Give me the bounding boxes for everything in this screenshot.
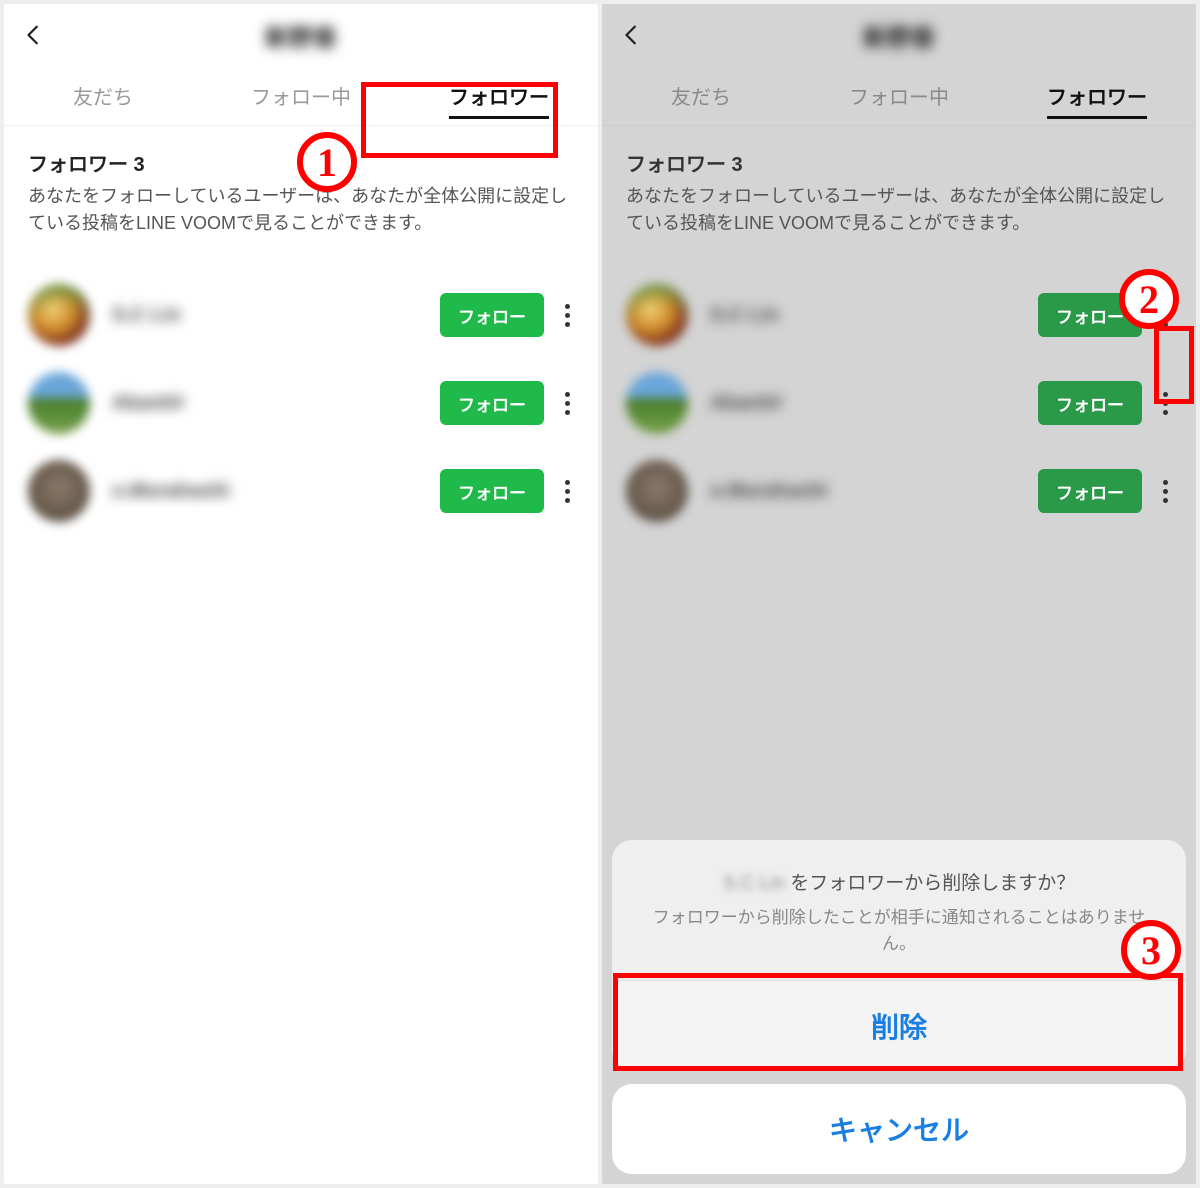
back-icon[interactable] bbox=[612, 15, 652, 55]
follow-button[interactable]: フォロー bbox=[440, 293, 544, 337]
followers-count-title: フォロワー 3 bbox=[626, 148, 1172, 177]
list-item: S.C Lin フォロー bbox=[4, 271, 598, 359]
tabs: 友だち フォロー中 フォロワー bbox=[602, 66, 1196, 126]
screenshot-left: 新野香 友だち フォロー中 フォロワー フォロワー 3 あなたをフォローしている… bbox=[4, 4, 598, 1184]
list-item: o.Murahashi フォロー bbox=[602, 447, 1196, 535]
follow-button[interactable]: フォロー bbox=[440, 469, 544, 513]
list-item: o.Murahashi フォロー bbox=[4, 447, 598, 535]
avatar[interactable] bbox=[626, 372, 688, 434]
follower-name: S.C Lin bbox=[710, 304, 1038, 327]
action-sheet-title-suffix: をフォロワーから削除しますか？ bbox=[790, 873, 1075, 894]
page-title: 新野香 bbox=[265, 18, 337, 53]
action-sheet-subtitle: フォロワーから削除したことが相手に通知されることはありません。 bbox=[642, 905, 1156, 956]
more-icon[interactable] bbox=[1148, 480, 1182, 503]
tab-following[interactable]: フォロー中 bbox=[800, 66, 998, 125]
follower-name: o.Murahashi bbox=[710, 480, 1038, 503]
more-icon[interactable] bbox=[550, 304, 584, 327]
action-sheet-header: S.C Lin をフォロワーから削除しますか？ フォロワーから削除したことが相手… bbox=[612, 840, 1186, 980]
header: 新野香 bbox=[4, 4, 598, 66]
follow-button[interactable]: フォロー bbox=[440, 381, 544, 425]
tab-friends[interactable]: 友だち bbox=[4, 66, 202, 125]
follower-name: Akanti# bbox=[112, 392, 440, 415]
list-item: Akanti# フォロー bbox=[602, 359, 1196, 447]
followers-count-title: フォロワー 3 bbox=[28, 148, 574, 177]
followers-desc: あなたをフォローしているユーザーは、あなたが全体公開に設定している投稿をLINE… bbox=[626, 183, 1172, 237]
action-sheet-title: S.C Lin をフォロワーから削除しますか？ bbox=[642, 868, 1156, 895]
follower-list: S.C Lin フォロー Akanti# フォロー o.Murahashi フォ… bbox=[4, 251, 598, 535]
screenshot-right: 新野香 友だち フォロー中 フォロワー フォロワー 3 あなたをフォローしている… bbox=[602, 4, 1196, 1184]
follow-button[interactable]: フォロー bbox=[1038, 469, 1142, 513]
header: 新野香 bbox=[602, 4, 1196, 66]
tab-followers[interactable]: フォロワー bbox=[998, 66, 1196, 125]
action-sheet-target-name: S.C Lin bbox=[723, 873, 785, 895]
tabs: 友だち フォロー中 フォロワー bbox=[4, 66, 598, 126]
back-icon[interactable] bbox=[14, 15, 54, 55]
more-icon[interactable] bbox=[550, 480, 584, 503]
action-sheet: S.C Lin をフォロワーから削除しますか？ フォロワーから削除したことが相手… bbox=[602, 830, 1196, 1184]
follow-button[interactable]: フォロー bbox=[1038, 381, 1142, 425]
tab-following[interactable]: フォロー中 bbox=[202, 66, 400, 125]
more-icon[interactable] bbox=[1148, 304, 1182, 327]
action-sheet-card: S.C Lin をフォロワーから削除しますか？ フォロワーから削除したことが相手… bbox=[612, 840, 1186, 1070]
tab-friends[interactable]: 友だち bbox=[602, 66, 800, 125]
list-item: Akanti# フォロー bbox=[4, 359, 598, 447]
follower-list: S.C Lin フォロー Akanti# フォロー o.Murahashi フォ… bbox=[602, 251, 1196, 535]
avatar[interactable] bbox=[626, 284, 688, 346]
list-item: S.C Lin フォロー bbox=[602, 271, 1196, 359]
cancel-button[interactable]: キャンセル bbox=[612, 1084, 1186, 1174]
followers-desc: あなたをフォローしているユーザーは、あなたが全体公開に設定している投稿をLINE… bbox=[28, 183, 574, 237]
followers-section-header: フォロワー 3 あなたをフォローしているユーザーは、あなたが全体公開に設定してい… bbox=[602, 126, 1196, 251]
more-icon[interactable] bbox=[1148, 392, 1182, 415]
avatar[interactable] bbox=[626, 460, 688, 522]
follower-name: S.C Lin bbox=[112, 304, 440, 327]
avatar[interactable] bbox=[28, 372, 90, 434]
followers-section-header: フォロワー 3 あなたをフォローしているユーザーは、あなたが全体公開に設定してい… bbox=[4, 126, 598, 251]
tab-followers[interactable]: フォロワー bbox=[400, 66, 598, 125]
page-title: 新野香 bbox=[863, 18, 935, 53]
follower-name: o.Murahashi bbox=[112, 480, 440, 503]
more-icon[interactable] bbox=[550, 392, 584, 415]
delete-button[interactable]: 削除 bbox=[612, 980, 1186, 1070]
avatar[interactable] bbox=[28, 460, 90, 522]
follower-name: Akanti# bbox=[710, 392, 1038, 415]
avatar[interactable] bbox=[28, 284, 90, 346]
follow-button[interactable]: フォロー bbox=[1038, 293, 1142, 337]
